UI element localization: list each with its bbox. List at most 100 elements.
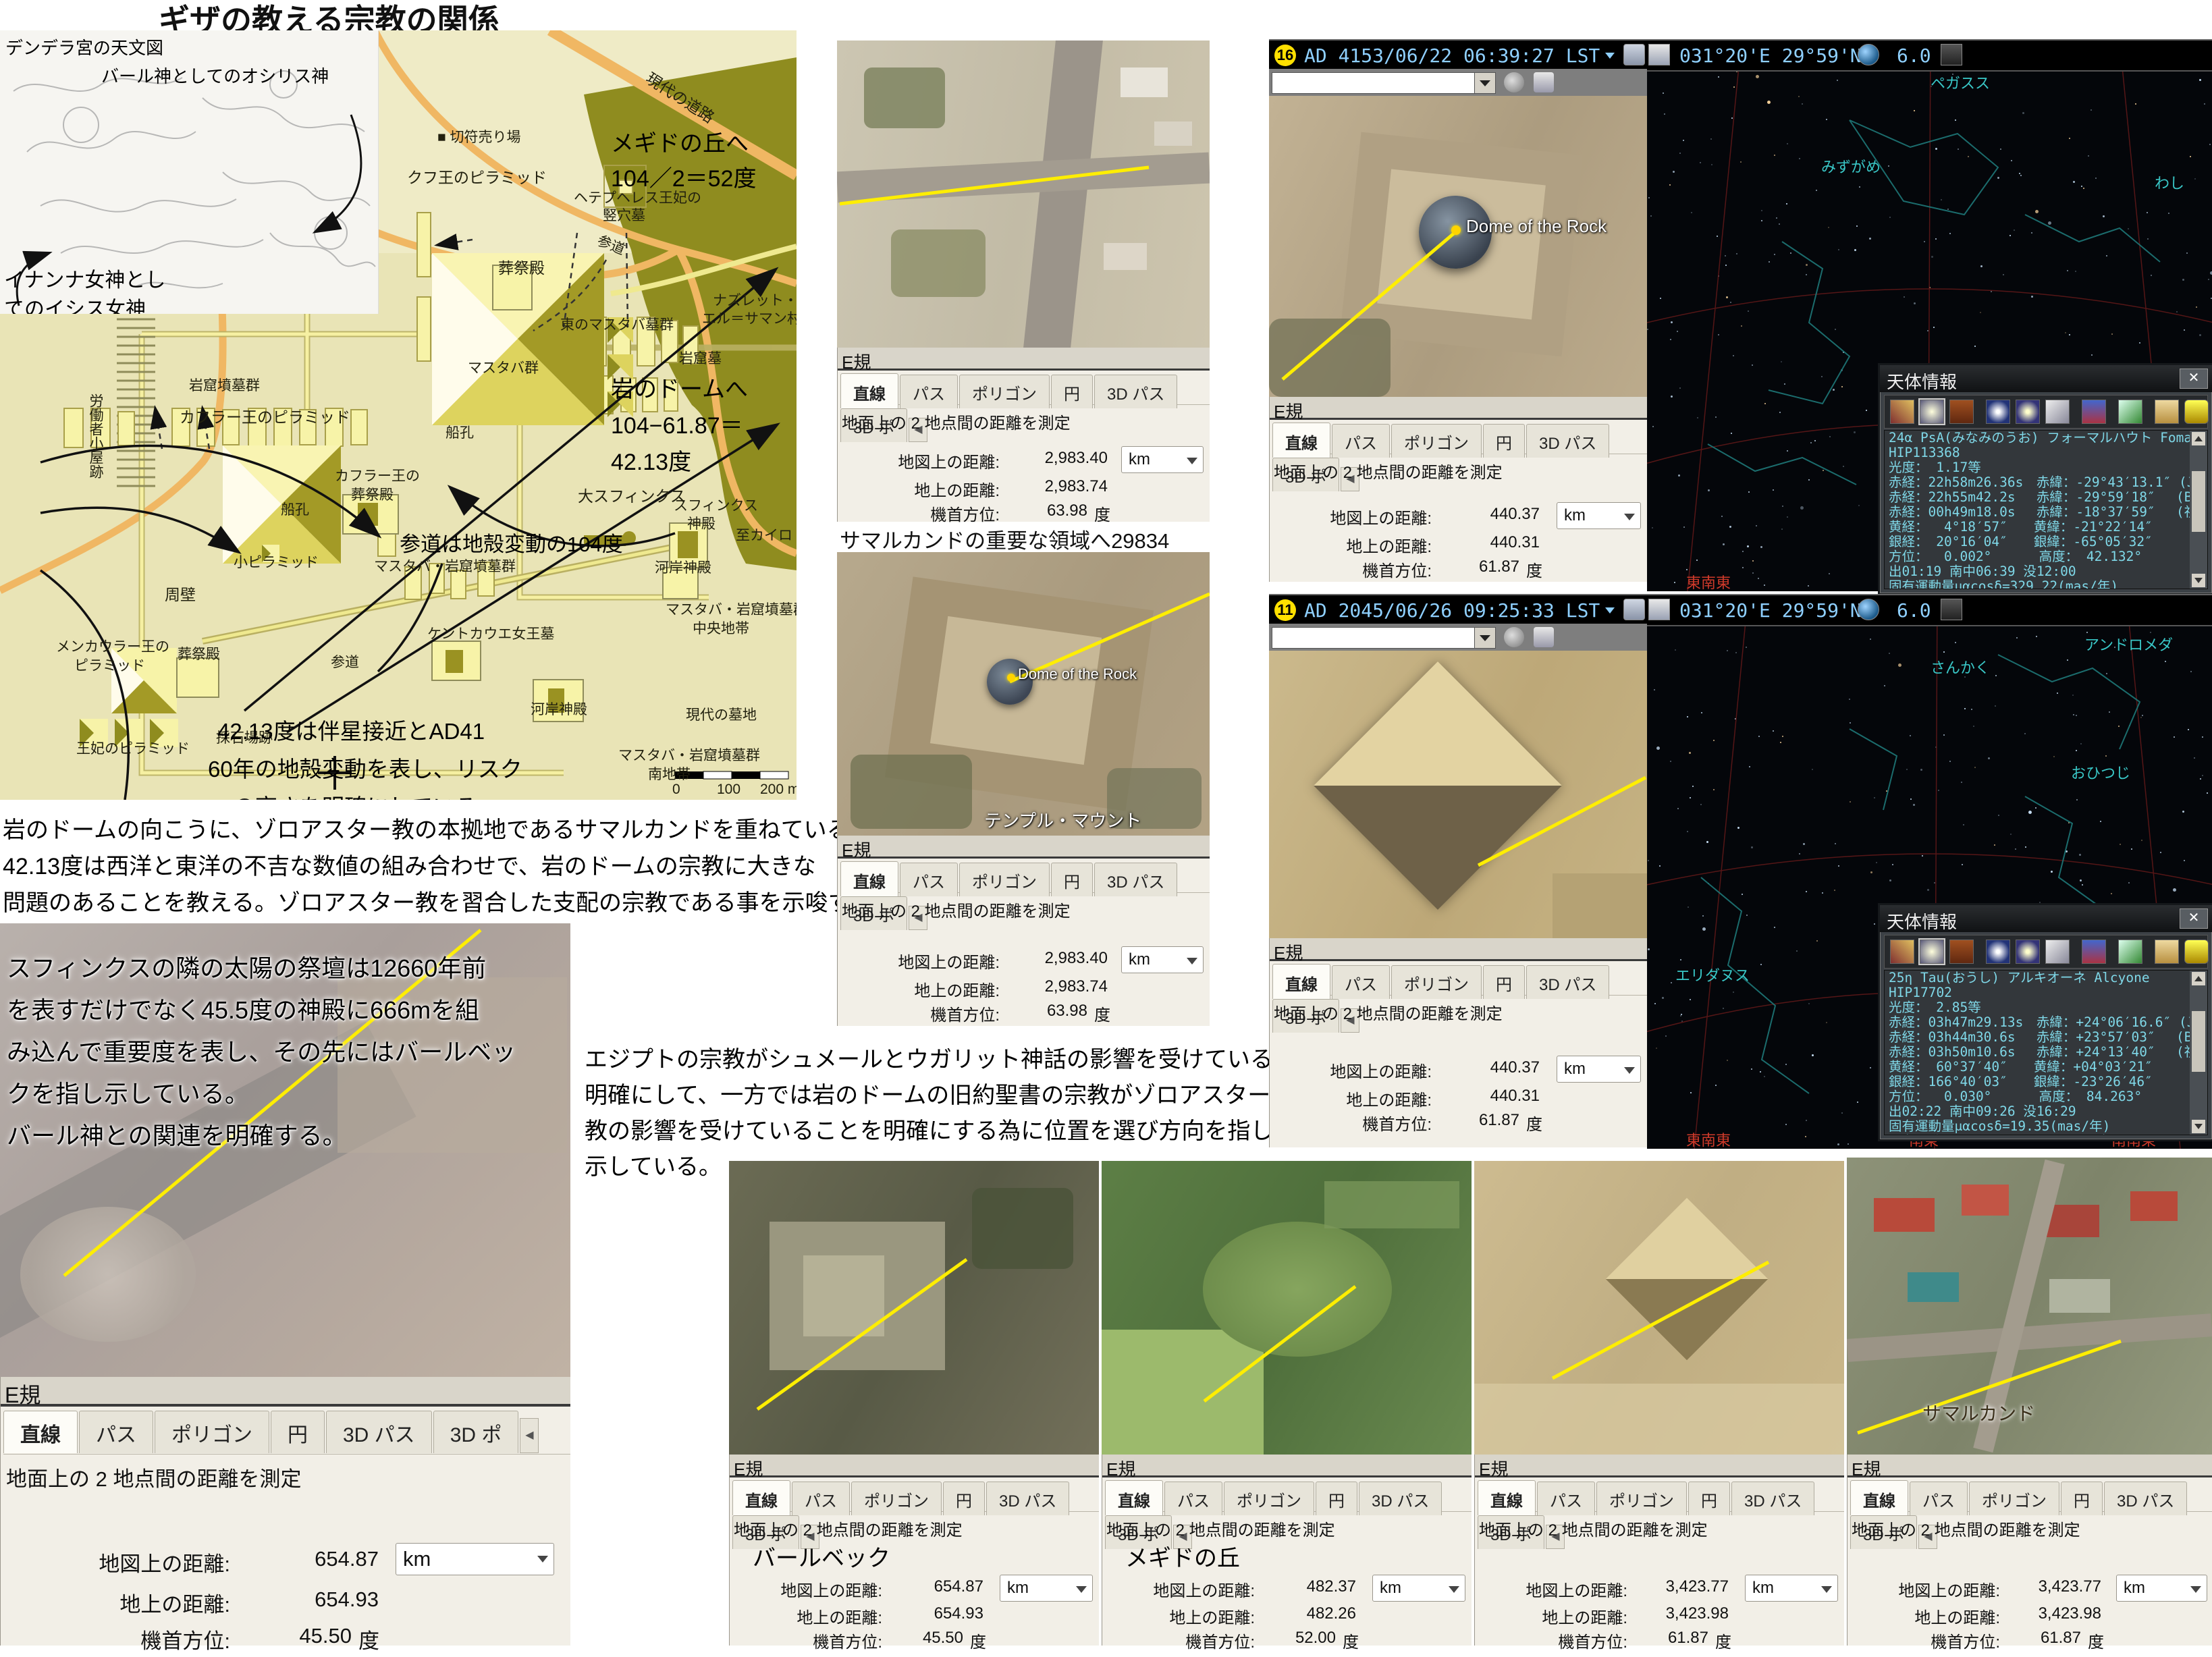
scroll-down-icon[interactable] [2192, 1120, 2205, 1133]
tab-polygon[interactable]: ポリゴン [1969, 1482, 2059, 1515]
deselect-icon[interactable] [1890, 940, 1914, 964]
unit-dropdown[interactable]: km [1121, 446, 1204, 473]
print-icon[interactable] [1534, 627, 1554, 647]
notes-icon[interactable] [2155, 400, 2179, 424]
tab-line[interactable]: 直線 [1272, 964, 1330, 999]
combo-dropdown-button[interactable] [1474, 627, 1496, 649]
tab-polygon[interactable]: ポリゴン [1391, 424, 1482, 458]
tab-polygon[interactable]: ポリゴン [1596, 1482, 1687, 1515]
monitor-clock-icon[interactable] [1648, 599, 1670, 620]
tab-path[interactable]: パス [1332, 965, 1390, 999]
tab-circle[interactable]: 円 [1316, 1482, 1357, 1515]
tab-path[interactable]: パス [1332, 424, 1390, 458]
megiddo-satellite-view[interactable] [1102, 1161, 1472, 1455]
panel-icon[interactable] [1941, 44, 1962, 65]
notes-icon[interactable] [2155, 940, 2179, 964]
ruler-window-titlebar[interactable]: E規 [838, 836, 1210, 859]
search-combobox[interactable] [1272, 72, 1476, 94]
tab-circle[interactable]: 円 [1051, 375, 1093, 408]
tab-line[interactable]: 直線 [732, 1480, 790, 1515]
tab-path[interactable]: パス [792, 1482, 850, 1515]
datetime-display[interactable]: AD 2045/06/26 09:25:33 LST [1304, 599, 1600, 622]
tab-polygon[interactable]: ポリゴン [155, 1411, 269, 1453]
coordinates-display[interactable]: 031°20'E 29°59'N [1679, 45, 1862, 67]
unit-dropdown[interactable]: km [1121, 946, 1204, 973]
close-icon[interactable]: ✕ [2180, 369, 2208, 389]
tab-circle[interactable]: 円 [1051, 863, 1093, 896]
tab-line[interactable]: 直線 [3, 1411, 78, 1453]
tab-3dpath[interactable]: 3D パス [2104, 1482, 2187, 1515]
tab-circle[interactable]: 円 [943, 1482, 985, 1515]
tab-3dpath[interactable]: 3D パス [326, 1411, 432, 1453]
chart-icon[interactable] [2082, 940, 2106, 964]
pencil-icon[interactable] [2118, 400, 2142, 424]
scrollbar[interactable] [2190, 431, 2207, 589]
clock-icon[interactable] [1623, 44, 1645, 65]
stars-lock-icon[interactable] [2016, 400, 2040, 424]
placemark-pin[interactable] [1451, 225, 1461, 235]
center-target-icon[interactable] [1920, 940, 1944, 964]
telescope-icon[interactable] [2045, 940, 2070, 964]
ruler-window-titlebar[interactable]: E規 [838, 348, 1210, 371]
catalog-book-icon[interactable] [1949, 400, 1974, 424]
unit-dropdown[interactable]: km [1557, 502, 1641, 529]
tab-3dpath[interactable]: 3D パス [1526, 424, 1609, 458]
unit-dropdown[interactable]: km [1000, 1575, 1093, 1602]
telescope-icon[interactable] [2045, 400, 2070, 424]
combo-dropdown-button[interactable] [1474, 72, 1496, 94]
unit-dropdown[interactable]: km [1745, 1575, 1838, 1602]
road-junction-satellite-view[interactable] [837, 40, 1210, 348]
tab-path[interactable]: パス [79, 1411, 153, 1453]
tab-path[interactable]: パス [1537, 1482, 1595, 1515]
magnitude-display[interactable]: 6.0 [1897, 599, 1931, 622]
unit-dropdown[interactable]: km [1557, 1056, 1641, 1083]
giza-tile-satellite-view[interactable] [1474, 1161, 1844, 1455]
tab-scroll-left[interactable]: ◀ [520, 1418, 539, 1453]
clock-icon[interactable] [1623, 599, 1645, 620]
tab-circle[interactable]: 円 [1688, 1482, 1730, 1515]
stars-icon[interactable] [1986, 400, 2010, 424]
ruler-window-titlebar[interactable]: E規 [1, 1377, 570, 1407]
dome-of-rock-satellite-view[interactable]: Dome of the Rock テンプル・マウント [837, 552, 1210, 836]
panel-icon[interactable] [1941, 599, 1962, 620]
stars-lock-icon[interactable] [2016, 940, 2040, 964]
scroll-down-icon[interactable] [2192, 574, 2205, 587]
tab-polygon[interactable]: ポリゴン [959, 375, 1050, 408]
ruler-window-titlebar[interactable]: E規 [1270, 938, 1647, 961]
coordinates-display[interactable]: 031°20'E 29°59'N [1679, 599, 1862, 622]
tab-line[interactable]: 直線 [840, 861, 898, 896]
samarkand-satellite-view[interactable]: サマルカンド [1847, 1158, 2212, 1455]
scroll-up-icon[interactable] [2192, 432, 2205, 445]
placemark-pin[interactable] [1007, 674, 1015, 682]
tab-line[interactable]: 直線 [1850, 1480, 1908, 1515]
tab-path[interactable]: パス [900, 863, 958, 896]
tab-3dpath[interactable]: 3D パス [1526, 965, 1609, 999]
tab-3dpoly[interactable]: 3D ポ [433, 1411, 519, 1453]
tab-polygon[interactable]: ポリゴン [959, 863, 1050, 896]
tab-3dpath[interactable]: 3D パス [986, 1482, 1069, 1515]
pencil-icon[interactable] [2118, 940, 2142, 964]
scrollbar[interactable] [2190, 971, 2207, 1135]
chevron-down-icon[interactable] [1605, 607, 1615, 614]
unit-dropdown[interactable]: km [1372, 1575, 1465, 1602]
datetime-display[interactable]: AD 4153/06/22 06:39:27 LST [1304, 45, 1600, 67]
tab-path[interactable]: パス [1164, 1482, 1222, 1515]
ruler-window-titlebar[interactable]: E規 [1270, 397, 1647, 420]
tab-circle[interactable]: 円 [1483, 965, 1525, 999]
tab-path[interactable]: パス [900, 375, 958, 408]
monitor-clock-icon[interactable] [1648, 44, 1670, 65]
catalog-book-icon[interactable] [1949, 940, 1974, 964]
stars-icon[interactable] [1986, 940, 2010, 964]
tab-polygon[interactable]: ポリゴン [1391, 965, 1482, 999]
tab-line[interactable]: 直線 [1105, 1480, 1163, 1515]
scroll-up-icon[interactable] [2192, 972, 2205, 985]
help-icon[interactable] [2184, 400, 2209, 424]
unit-dropdown[interactable]: km [396, 1543, 554, 1575]
close-icon[interactable]: ✕ [2180, 908, 2208, 929]
scroll-thumb[interactable] [2192, 471, 2205, 532]
sphinx-satellite-view[interactable]: スフィンクスの隣の太陽の祭壇は12660年前 を表すだけでなく45.5度の神殿に… [0, 923, 570, 1377]
globe-icon[interactable] [1858, 44, 1879, 65]
tab-3dpath[interactable]: 3D パス [1731, 1482, 1814, 1515]
baalbek-satellite-view[interactable] [729, 1161, 1099, 1455]
tab-3dpath[interactable]: 3D パス [1094, 863, 1177, 896]
